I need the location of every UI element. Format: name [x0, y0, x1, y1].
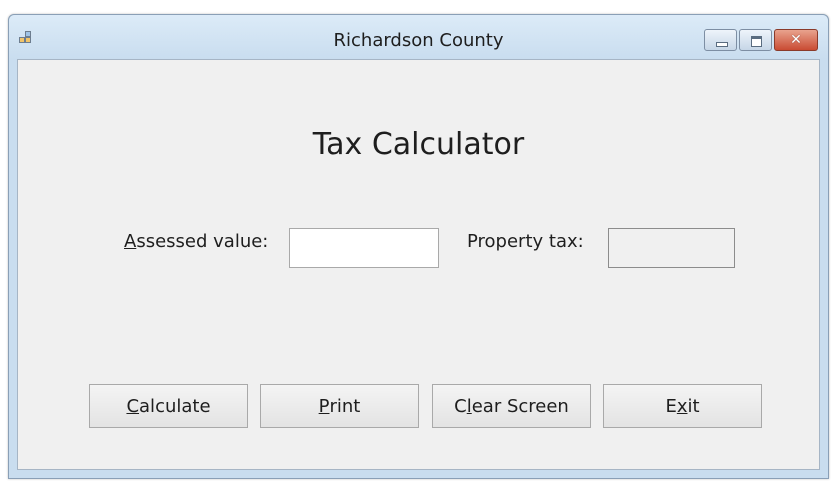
exit-access-key: x: [676, 395, 688, 417]
assessed-value-label-rest: ssessed value:: [136, 231, 269, 252]
assessed-value-access-key: A: [124, 231, 137, 252]
assessed-value-label: Assessed value:: [124, 231, 268, 252]
maximize-button[interactable]: [739, 29, 772, 51]
clear-screen-button-prefix: C: [454, 395, 467, 417]
clear-screen-button[interactable]: Cl ear Screen: [432, 384, 591, 428]
assessed-value-input[interactable]: [289, 228, 439, 268]
exit-button-prefix: E: [665, 395, 677, 417]
print-button[interactable]: Print: [260, 384, 419, 428]
calculate-button-rest: alculate: [139, 395, 211, 417]
form-client-area: Tax Calculator Assessed value: Property …: [17, 59, 820, 470]
window-controls: ✕: [704, 29, 818, 51]
print-access-key: P: [318, 395, 330, 417]
print-button-rest: rint: [329, 395, 361, 417]
exit-button-rest: it: [687, 395, 700, 417]
close-icon: ✕: [790, 32, 802, 48]
form-title: Tax Calculator: [312, 127, 525, 162]
title-bar[interactable]: Richardson County ✕: [9, 15, 828, 59]
clear-screen-button-rest: ear Screen: [471, 395, 569, 417]
app-window: Richardson County ✕ Tax Calculator Asses…: [8, 14, 829, 479]
calculate-button[interactable]: Calculate: [89, 384, 248, 428]
minimize-icon: [716, 42, 728, 47]
minimize-button[interactable]: [704, 29, 737, 51]
property-tax-label: Property tax:: [467, 231, 584, 252]
maximize-icon: [751, 36, 762, 47]
exit-button[interactable]: Ex it: [603, 384, 762, 428]
property-tax-output: [608, 228, 735, 268]
calculate-access-key: C: [126, 395, 140, 417]
close-button[interactable]: ✕: [774, 29, 818, 51]
